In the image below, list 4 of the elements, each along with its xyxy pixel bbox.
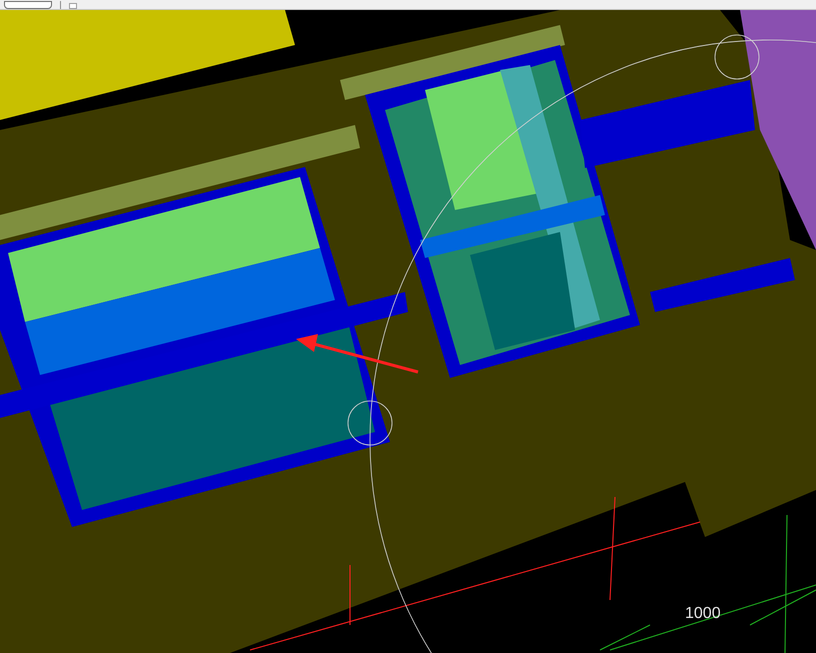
toolbar-separator-icon <box>60 1 61 9</box>
toolbar-button[interactable] <box>4 1 52 9</box>
checkbox-icon[interactable] <box>69 3 77 9</box>
grid-label: 1000 <box>685 604 721 624</box>
